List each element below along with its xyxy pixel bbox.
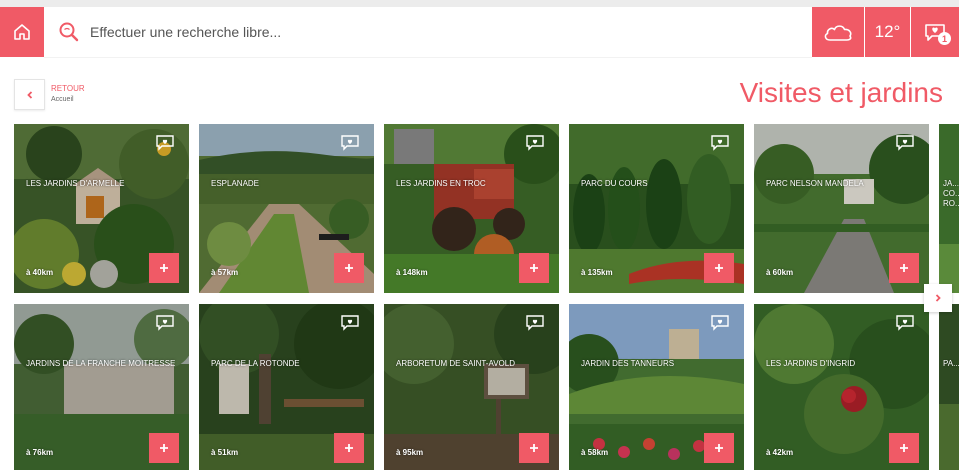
place-name: PARC NELSON MANDELA	[766, 179, 864, 188]
place-name: LES JARDINS D'ARMELLE	[26, 179, 125, 188]
add-button[interactable]	[704, 433, 734, 463]
place-card-partial[interactable]: JA... CO... RO...	[939, 124, 959, 293]
plus-icon	[715, 444, 723, 452]
add-button[interactable]	[519, 433, 549, 463]
favorite-icon[interactable]	[525, 314, 545, 332]
place-distance: à 51km	[211, 448, 239, 457]
plus-icon	[160, 264, 168, 272]
favorite-icon[interactable]	[710, 314, 730, 332]
place-card[interactable]: LES JARDINS EN TROC à 148km	[384, 124, 559, 293]
places-grid: LES JARDINS D'ARMELLE à 40km ESPLANADE à…	[0, 7, 959, 470]
place-distance: à 57km	[211, 268, 239, 277]
place-distance: à 42km	[766, 448, 794, 457]
place-card[interactable]: ESPLANADE à 57km	[199, 124, 374, 293]
place-name: JARDIN DES TANNEURS	[581, 359, 675, 368]
plus-icon	[715, 264, 723, 272]
place-card[interactable]: PARC DU COURS à 135km	[569, 124, 744, 293]
add-button[interactable]	[519, 253, 549, 283]
place-card[interactable]: JARDINS DE LA FRANCHE MOITRESSE à 76km	[14, 304, 189, 470]
place-name: PARC DU COURS	[581, 179, 648, 188]
place-card[interactable]: JARDIN DES TANNEURS à 58km	[569, 304, 744, 470]
place-card[interactable]: PARC NELSON MANDELA à 60km	[754, 124, 929, 293]
place-distance: à 58km	[581, 448, 609, 457]
place-photo	[939, 304, 959, 470]
plus-icon	[345, 444, 353, 452]
place-distance: à 135km	[581, 268, 613, 277]
place-card[interactable]: LES JARDINS D'INGRID à 42km	[754, 304, 929, 470]
add-button[interactable]	[889, 433, 919, 463]
favorite-icon[interactable]	[155, 314, 175, 332]
favorite-icon[interactable]	[340, 314, 360, 332]
favorite-icon[interactable]	[895, 134, 915, 152]
place-name: JARDINS DE LA FRANCHE MOITRESSE	[26, 359, 176, 368]
app-window: 12° 1 RETOUR Accueil Visites et jardins	[0, 7, 959, 470]
place-name: ARBORETUM DE SAINT-AVOLD	[396, 359, 515, 368]
place-distance: à 148km	[396, 268, 428, 277]
favorite-icon[interactable]	[155, 134, 175, 152]
place-distance: à 95km	[396, 448, 424, 457]
place-card[interactable]: ARBORETUM DE SAINT-AVOLD à 95km	[384, 304, 559, 470]
place-name: LES JARDINS D'INGRID	[766, 359, 856, 368]
plus-icon	[345, 264, 353, 272]
place-name: LES JARDINS EN TROC	[396, 179, 486, 188]
chevron-right-icon	[935, 294, 941, 302]
place-card[interactable]: LES JARDINS D'ARMELLE à 40km	[14, 124, 189, 293]
add-button[interactable]	[889, 253, 919, 283]
carousel-next-button[interactable]	[924, 284, 952, 312]
place-distance: à 60km	[766, 268, 794, 277]
plus-icon	[900, 264, 908, 272]
favorite-icon[interactable]	[895, 314, 915, 332]
favorite-icon[interactable]	[525, 134, 545, 152]
add-button[interactable]	[149, 433, 179, 463]
add-button[interactable]	[334, 433, 364, 463]
add-button[interactable]	[704, 253, 734, 283]
place-distance: à 40km	[26, 268, 54, 277]
plus-icon	[160, 444, 168, 452]
favorite-icon[interactable]	[340, 134, 360, 152]
add-button[interactable]	[149, 253, 179, 283]
place-name: ESPLANADE	[211, 179, 260, 188]
plus-icon	[900, 444, 908, 452]
place-distance: à 76km	[26, 448, 54, 457]
add-button[interactable]	[334, 253, 364, 283]
place-card[interactable]: PARC DE LA ROTONDE à 51km	[199, 304, 374, 470]
favorite-icon[interactable]	[710, 134, 730, 152]
place-name: JA... CO... RO...	[943, 179, 959, 208]
place-card-partial[interactable]: PA...	[939, 304, 959, 470]
place-name: PARC DE LA ROTONDE	[211, 359, 300, 368]
place-name: PA...	[943, 359, 959, 368]
plus-icon	[530, 264, 538, 272]
plus-icon	[530, 444, 538, 452]
